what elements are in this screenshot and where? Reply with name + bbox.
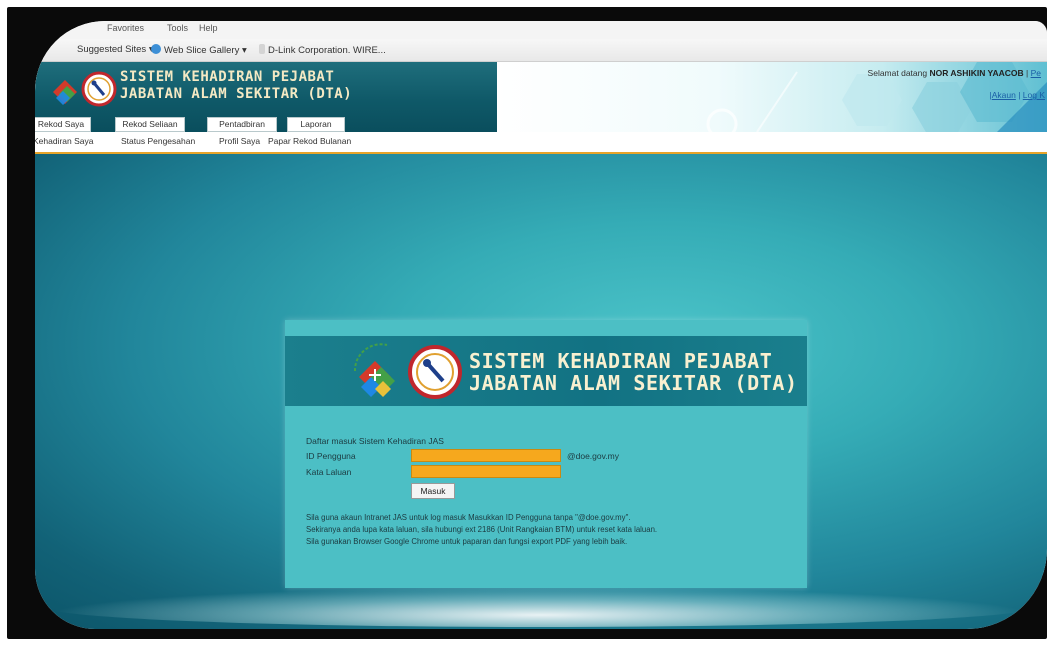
logout-link[interactable]: Log K [1023,90,1045,100]
login-panel-header: SISTEM KEHADIRAN PEJABAT JABATAN ALAM SE… [285,336,807,406]
menu-help[interactable]: Help [199,23,218,33]
login-heading: Daftar masuk Sistem Kehadiran JAS [306,436,444,446]
jas-large-logo-icon [353,343,462,399]
header-banner-right: Selamat datang NOR ASHIKIN YAACOB | Pe |… [497,62,1047,132]
favorite-dlink[interactable]: D-Link Corporation. WIRE... [259,44,386,56]
login-title-line1: SISTEM KEHADIRAN PEJABAT [469,349,773,373]
app-header: SISTEM KEHADIRAN PEJABAT JABATAN ALAM SE… [35,62,1047,132]
web-slice-icon [151,44,161,54]
user-id-label: ID Pengguna [306,451,356,461]
akaun-link[interactable]: Akaun [992,90,1016,100]
welcome-text: Selamat datang NOR ASHIKIN YAACOB | Pe [867,68,1041,78]
header-banner-left: SISTEM KEHADIRAN PEJABAT JABATAN ALAM SE… [35,62,497,132]
user-name: NOR ASHIKIN YAACOB [929,68,1024,78]
browser-viewport: Favorites Tools Help Suggested Sites ▾ W… [35,21,1047,629]
tab-rekod-saya[interactable]: Rekod Saya [35,117,91,132]
app-title-line2: JABATAN ALAM SEKITAR (DTA) [120,86,353,102]
password-label: Kata Laluan [306,467,352,477]
background-glow [45,587,1035,627]
tab-laporan[interactable]: Laporan [287,117,345,132]
user-id-input[interactable] [411,449,561,462]
login-panel: SISTEM KEHADIRAN PEJABAT JABATAN ALAM SE… [285,320,807,588]
welcome-prefix: Selamat datang [867,68,928,78]
subnav-status-pengesahan[interactable]: Status Pengesahan [121,136,195,146]
fav-webslice-label: Web Slice Gallery ▾ [164,45,247,56]
login-title-line2: JABATAN ALAM SEKITAR (DTA) [469,371,798,395]
sub-navigation: Kehadiran Saya Status Pengesahan Profil … [35,132,1047,154]
subnav-papar-rekod-bulanan[interactable]: Papar Rekod Bulanan [268,136,351,146]
app-title-line1: SISTEM KEHADIRAN PEJABAT [120,69,335,85]
login-note-1: Sila guna akaun Intranet JAS untuk log m… [306,513,631,522]
subnav-profil-saya[interactable]: Profil Saya [219,136,260,146]
tab-pentadbiran[interactable]: Pentadbiran [207,117,277,132]
favorite-web-slice-gallery[interactable]: Web Slice Gallery ▾ [151,44,247,56]
dlink-icon [259,44,265,54]
login-submit-button[interactable]: Masuk [411,483,455,499]
login-title: SISTEM KEHADIRAN PEJABAT JABATAN ALAM SE… [469,350,798,394]
tab-rekod-seliaan[interactable]: Rekod Seliaan [115,117,185,132]
fav-dlink-label: D-Link Corporation. WIRE... [268,45,386,56]
login-note-2: Sekiranya anda lupa kata laluan, sila hu… [306,525,658,534]
browser-menu-bar: Favorites Tools Help [35,21,1047,39]
favorite-suggested-sites[interactable]: Suggested Sites ▾ [77,44,154,55]
profile-link[interactable]: Pe [1031,68,1041,78]
password-input[interactable] [411,465,561,478]
menu-favorites[interactable]: Favorites [107,23,144,33]
favorites-bar: Suggested Sites ▾ Web Slice Gallery ▾ D-… [35,39,1047,62]
screenshot-frame: Favorites Tools Help Suggested Sites ▾ W… [7,7,1047,639]
login-note-3: Sila gunakan Browser Google Chrome untuk… [306,537,628,546]
subnav-kehadiran-saya[interactable]: Kehadiran Saya [35,136,94,146]
fav-suggested-label: Suggested Sites ▾ [77,44,154,55]
app-title: SISTEM KEHADIRAN PEJABAT JABATAN ALAM SE… [120,69,352,103]
menu-tools[interactable]: Tools [167,23,188,33]
jas-logo-icon [53,71,117,107]
domain-suffix: @doe.gov.my [567,451,619,461]
header-links: |Akaun | Log K [989,90,1045,100]
